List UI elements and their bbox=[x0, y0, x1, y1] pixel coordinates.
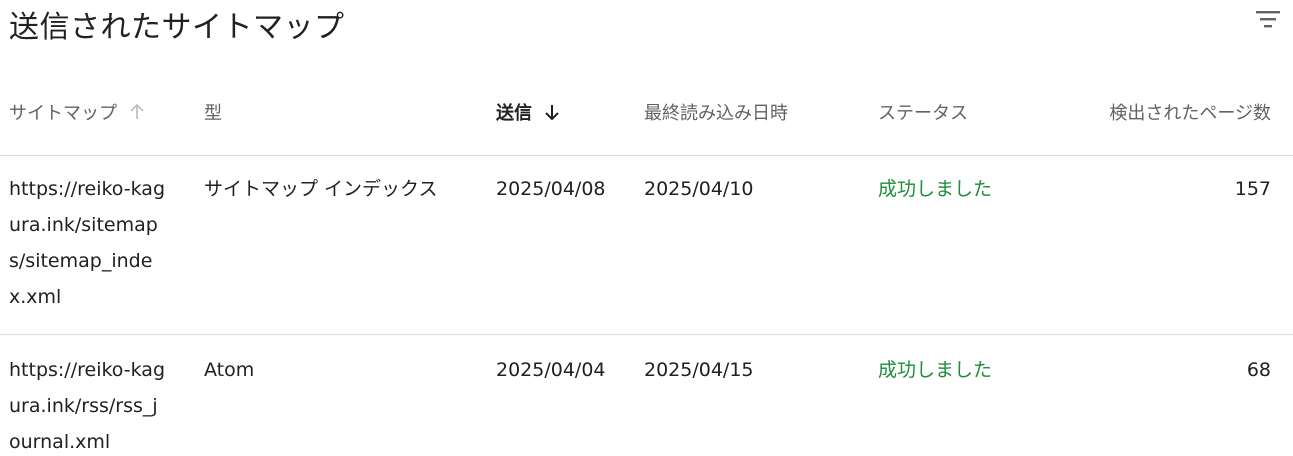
row-divider bbox=[0, 334, 1293, 335]
arrow-down-icon bbox=[544, 103, 560, 121]
submitted-cell: 2025/04/04 bbox=[496, 359, 606, 381]
last-read-cell: 2025/04/15 bbox=[644, 359, 754, 381]
filter-button[interactable] bbox=[1250, 4, 1286, 34]
column-header-sitemap[interactable]: サイトマップ bbox=[9, 99, 145, 125]
discovered-pages-cell: 68 bbox=[1246, 359, 1271, 381]
discovered-pages-cell: 157 bbox=[1234, 178, 1271, 200]
sitemap-url-cell[interactable]: https://reiko-kagura.ink/rss/rss_journal… bbox=[9, 352, 165, 456]
column-header-submitted[interactable]: 送信 bbox=[496, 99, 560, 125]
column-header-type[interactable]: 型 bbox=[204, 99, 222, 125]
column-header-submitted-label: 送信 bbox=[496, 103, 532, 124]
header-divider bbox=[0, 155, 1293, 156]
column-header-discovered-pages[interactable]: 検出されたページ数 bbox=[1109, 99, 1271, 125]
column-header-last-read-label: 最終読み込み日時 bbox=[644, 103, 788, 124]
column-header-status-label: ステータス bbox=[878, 103, 968, 124]
page-title: 送信されたサイトマップ bbox=[9, 10, 345, 45]
sitemap-url-cell[interactable]: https://reiko-kagura.ink/sitemaps/sitema… bbox=[9, 171, 165, 315]
column-header-status[interactable]: ステータス bbox=[878, 99, 968, 125]
submitted-cell: 2025/04/08 bbox=[496, 178, 606, 200]
column-header-discovered-pages-label: 検出されたページ数 bbox=[1109, 103, 1271, 124]
status-cell: 成功しました bbox=[878, 359, 993, 381]
sitemaps-page: 送信されたサイトマップ サイトマップ 型 送信 最終読み込み日時 ステータス 検… bbox=[0, 0, 1293, 456]
type-cell: サイトマップ インデックス bbox=[204, 178, 438, 200]
arrow-up-icon bbox=[129, 103, 145, 121]
column-header-sitemap-label: サイトマップ bbox=[9, 103, 117, 124]
filter-icon bbox=[1256, 11, 1280, 28]
column-header-type-label: 型 bbox=[204, 103, 222, 124]
last-read-cell: 2025/04/10 bbox=[644, 178, 754, 200]
type-cell: Atom bbox=[204, 359, 255, 381]
status-cell: 成功しました bbox=[878, 178, 993, 200]
column-header-last-read[interactable]: 最終読み込み日時 bbox=[644, 99, 788, 125]
